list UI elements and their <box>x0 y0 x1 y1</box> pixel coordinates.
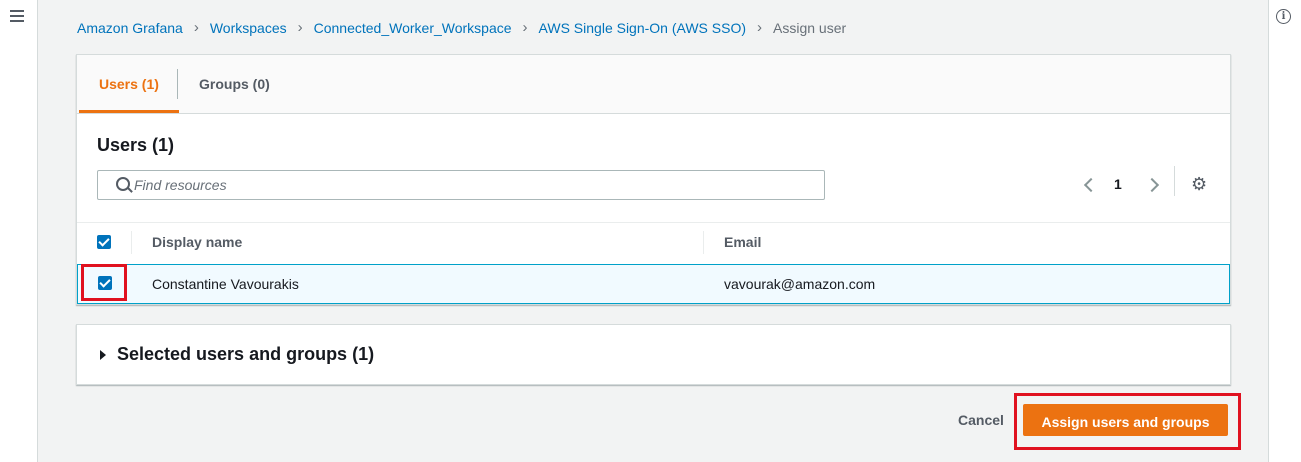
page-number[interactable]: 1 <box>1114 176 1122 192</box>
table-header: Display name Email <box>77 222 1230 262</box>
search-icon <box>116 177 130 191</box>
search-input[interactable] <box>132 175 796 195</box>
cancel-button[interactable]: Cancel <box>940 404 1022 436</box>
table-row[interactable]: Constantine Vavourakis vavourak@amazon.c… <box>77 264 1230 304</box>
info-icon[interactable]: i <box>1276 9 1291 24</box>
breadcrumb-sso[interactable]: AWS Single Sign-On (AWS SSO) <box>539 20 746 36</box>
selected-users-title: Selected users and groups (1) <box>117 344 375 364</box>
chevron-left-icon[interactable] <box>1083 177 1099 193</box>
selected-users-expander[interactable]: Selected users and groups (1) <box>76 324 1231 385</box>
caret-right-icon <box>100 350 106 360</box>
chevron-right-icon: › <box>522 19 528 36</box>
tab-divider <box>177 69 178 99</box>
column-display-name[interactable]: Display name <box>152 223 242 262</box>
chevron-right-icon: › <box>193 19 199 36</box>
user-email: vavourak@amazon.com <box>724 276 876 292</box>
users-panel-title: Users (1) <box>97 135 175 155</box>
column-email[interactable]: Email <box>724 223 761 262</box>
breadcrumb-amazon-grafana[interactable]: Amazon Grafana <box>77 20 183 36</box>
search-field[interactable] <box>97 170 825 200</box>
checkbox-highlight-annotation <box>81 264 127 301</box>
select-all-checkbox[interactable] <box>97 235 111 249</box>
breadcrumb-workspaces[interactable]: Workspaces <box>210 20 287 36</box>
user-display-name: Constantine Vavourakis <box>152 276 299 292</box>
chevron-right-icon: › <box>757 19 763 36</box>
menu-icon[interactable] <box>10 10 24 25</box>
users-panel: Users (1) Groups (0) Users (1) 1 ⚙ Displ… <box>76 54 1231 305</box>
right-help-rail: i <box>1268 0 1301 462</box>
tab-users[interactable]: Users (1) <box>79 55 179 113</box>
breadcrumb-workspace[interactable]: Connected_Worker_Workspace <box>314 20 512 36</box>
chevron-right-icon[interactable] <box>1144 177 1160 193</box>
assign-button-highlight-annotation <box>1014 393 1241 450</box>
chevron-right-icon: › <box>297 19 303 36</box>
left-navigation-rail <box>0 0 38 462</box>
tab-groups[interactable]: Groups (0) <box>199 55 270 113</box>
breadcrumb: Amazon Grafana › Workspaces › Connected_… <box>77 19 846 36</box>
tab-bar: Users (1) Groups (0) <box>77 55 1230 114</box>
settings-gear-icon[interactable]: ⚙ <box>1191 175 1207 193</box>
column-divider <box>131 231 132 254</box>
pager-divider <box>1174 166 1175 196</box>
column-divider <box>703 231 704 254</box>
breadcrumb-current: Assign user <box>773 19 847 36</box>
